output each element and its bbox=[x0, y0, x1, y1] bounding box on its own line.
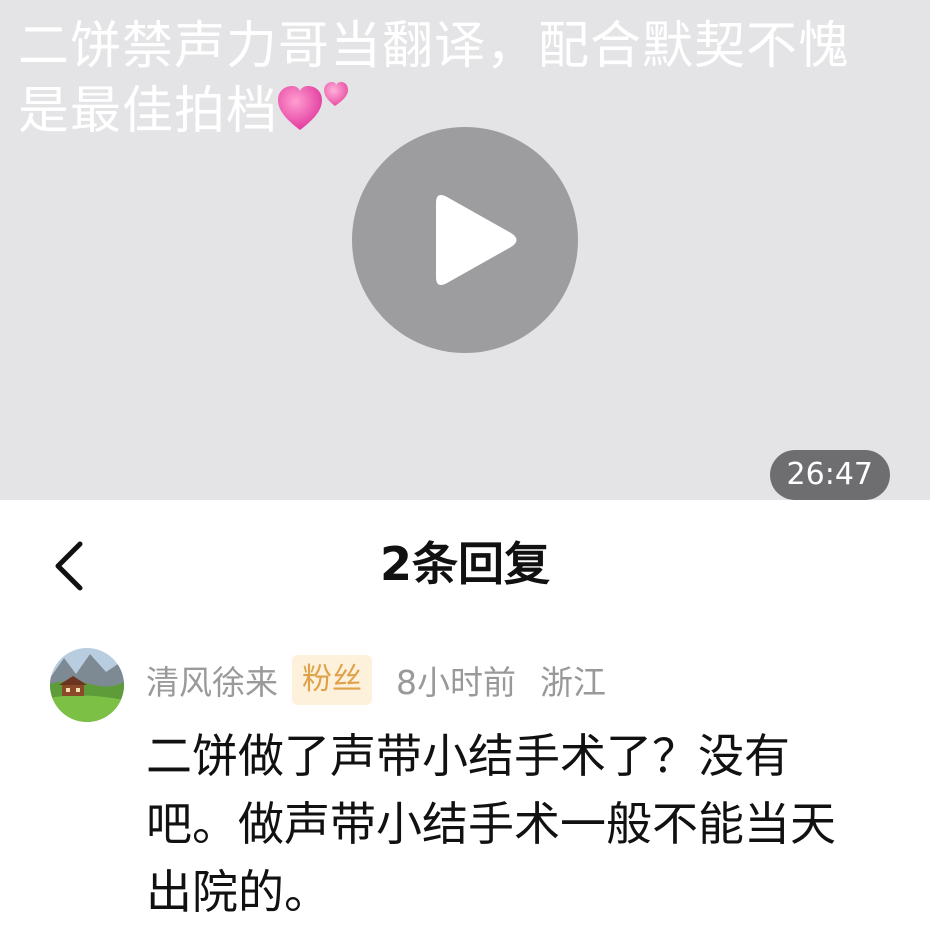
play-button[interactable] bbox=[352, 127, 578, 353]
video-caption: 二饼禁声力哥当翻译，配合默契不愧是最佳拍档 bbox=[18, 16, 898, 143]
fan-badge: 粉丝 bbox=[292, 655, 372, 705]
comment-timestamp: 8小时前 bbox=[396, 663, 516, 702]
replies-header: 2条回复 bbox=[0, 500, 930, 630]
comment-meta: 清风徐来 粉丝 8小时前 浙江 bbox=[146, 654, 606, 706]
video-player[interactable]: 二饼禁声力哥当翻译，配合默契不愧是最佳拍档 26:47 bbox=[0, 0, 930, 500]
page-title: 2条回复 bbox=[379, 537, 550, 591]
avatar-landscape-image bbox=[50, 648, 124, 722]
comment-location: 浙江 bbox=[540, 663, 606, 702]
comment-body: 二饼做了声带小结手术了？没有吧。做声带小结手术一般不能当天出院的。 bbox=[146, 729, 836, 919]
video-duration-badge: 26:47 bbox=[769, 450, 890, 500]
two-hearts-icon bbox=[278, 78, 352, 136]
comment-username[interactable]: 清风徐来 bbox=[146, 656, 278, 704]
avatar[interactable] bbox=[50, 648, 124, 722]
video-caption-text: 二饼禁声力哥当翻译，配合默契不愧是最佳拍档 bbox=[18, 17, 851, 141]
comment-item: 清风徐来 粉丝 8小时前 浙江 二饼做了声带小结手术了？没有吧。做声带小结手术一… bbox=[0, 630, 930, 951]
play-icon bbox=[436, 195, 517, 285]
